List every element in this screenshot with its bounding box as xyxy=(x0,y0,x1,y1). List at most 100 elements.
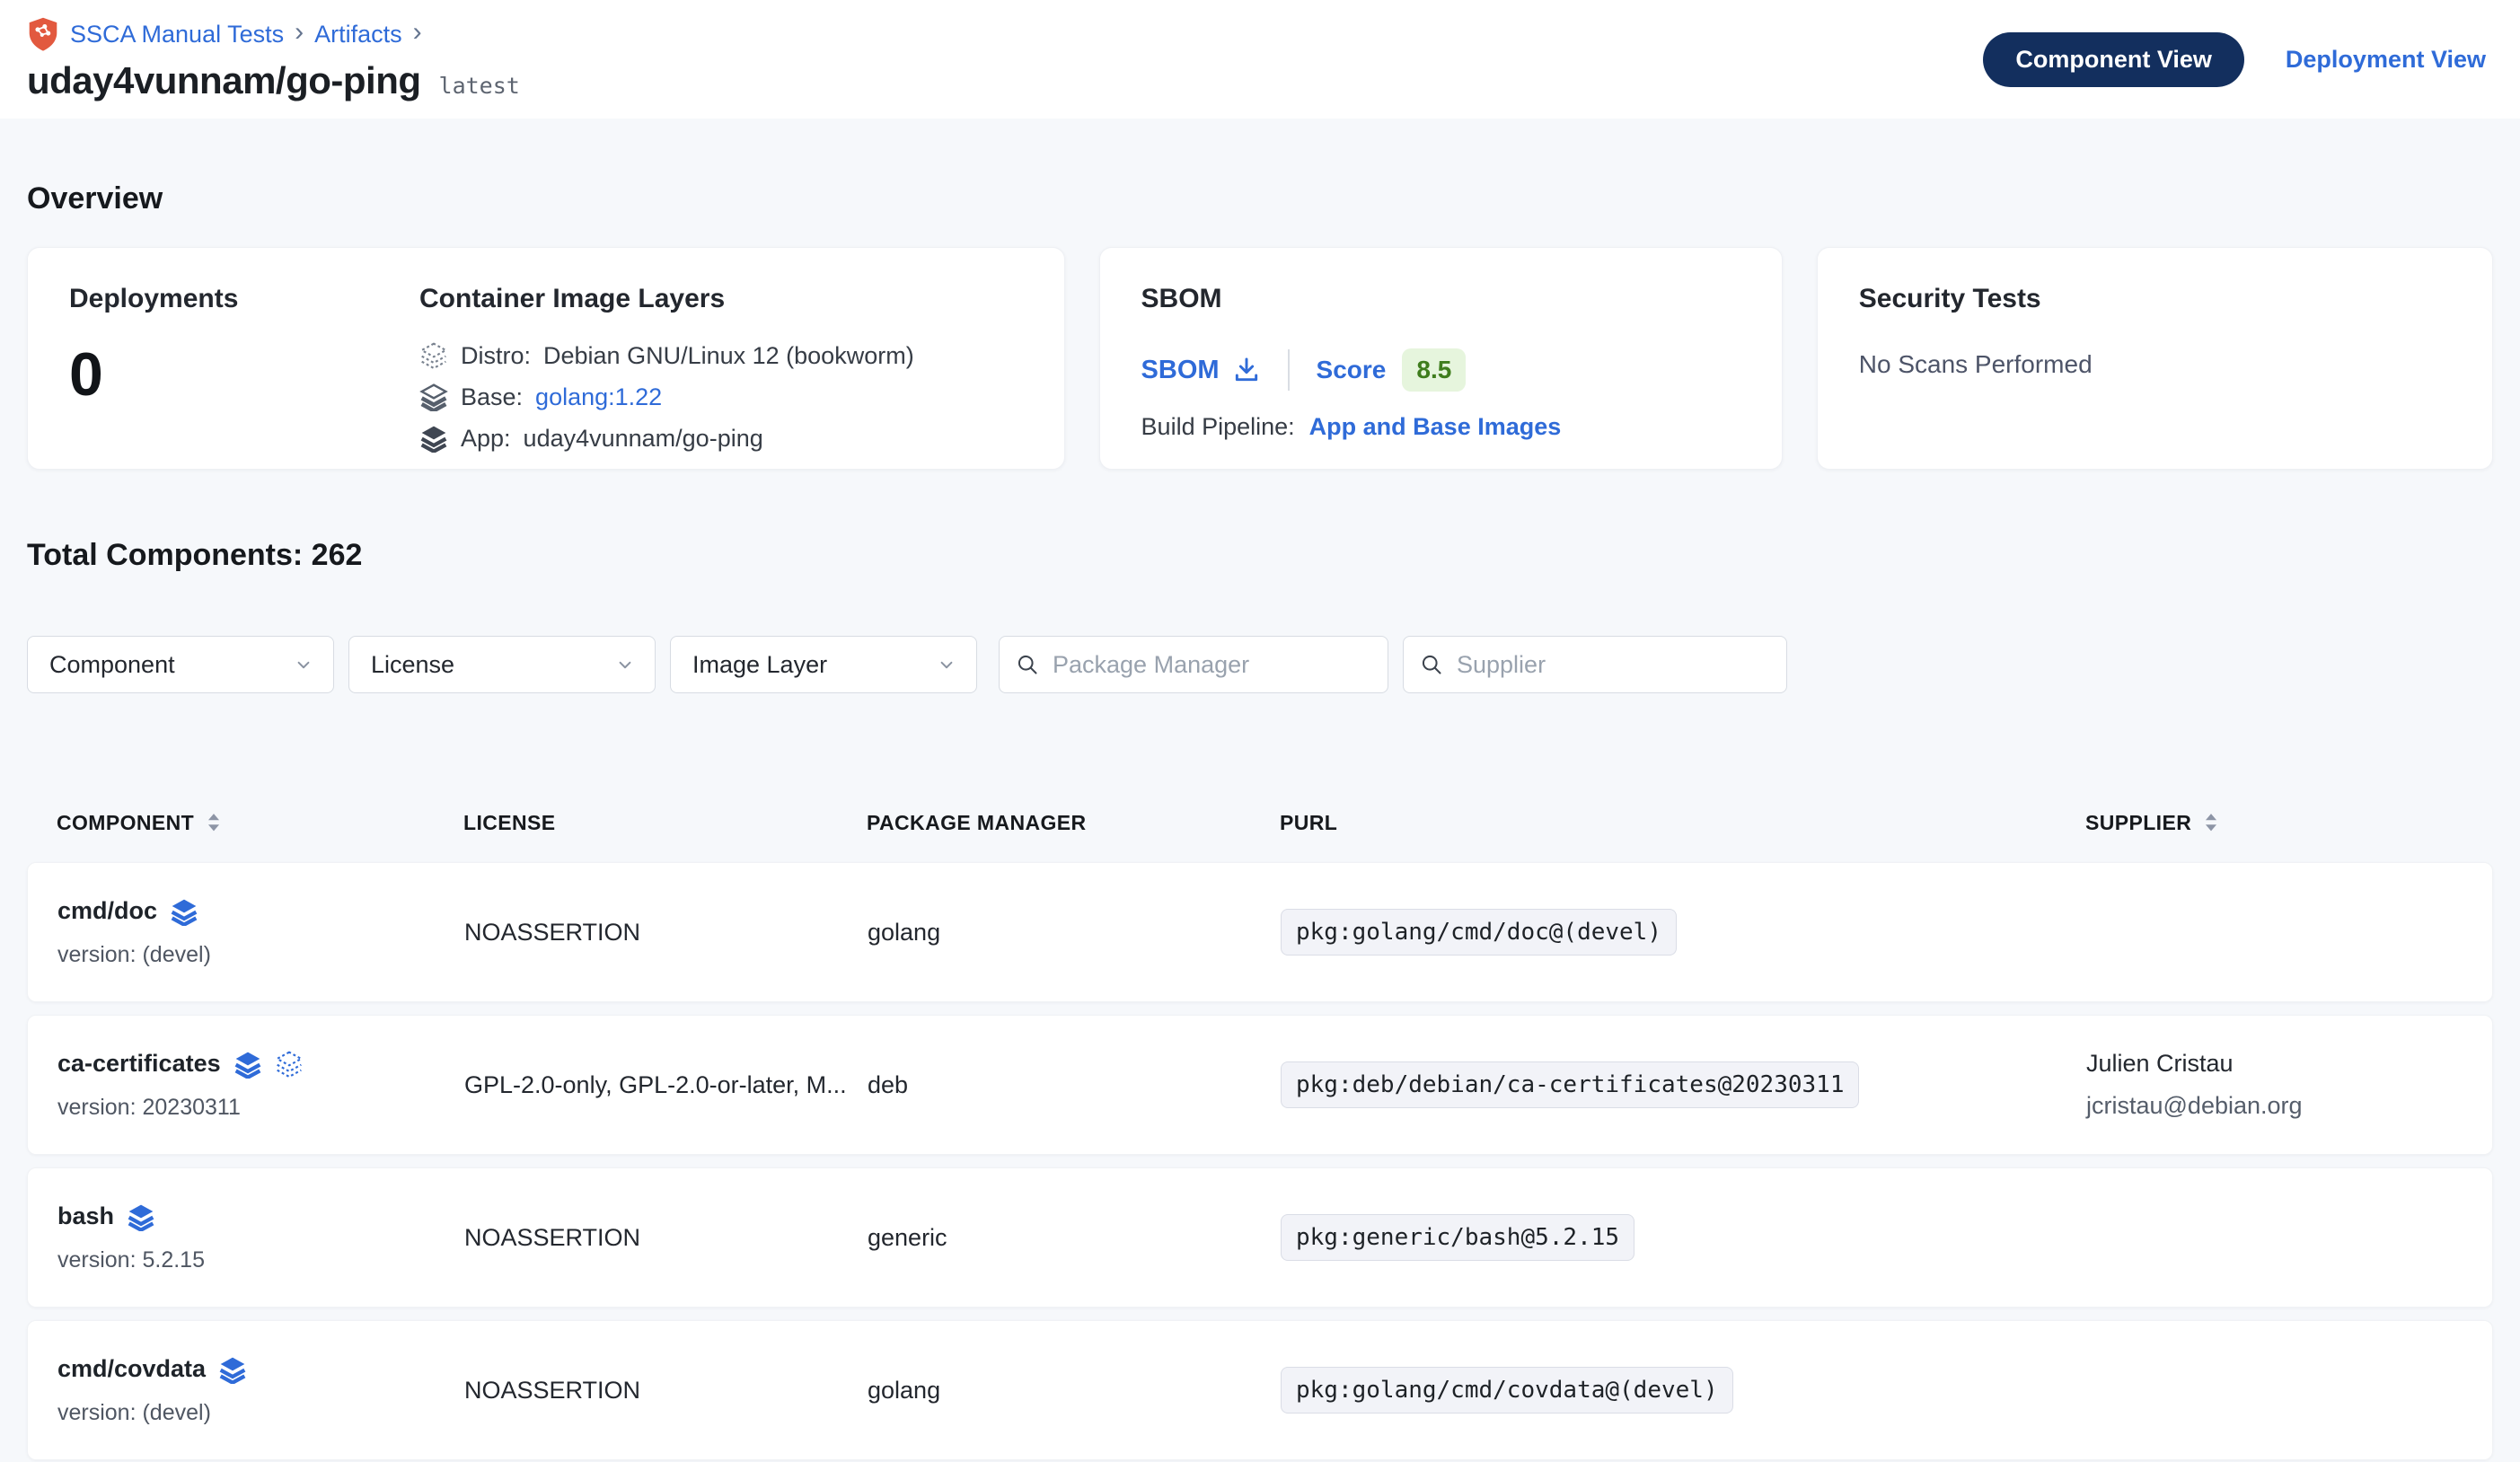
layer-label: Base: xyxy=(461,383,523,411)
sbom-score-badge: 8.5 xyxy=(1402,348,1466,392)
component-name: bash xyxy=(57,1202,114,1230)
column-label: LICENSE xyxy=(463,811,555,835)
purl-badge[interactable]: pkg:deb/debian/ca-certificates@20230311 xyxy=(1281,1061,1859,1108)
package-manager-cell: golang xyxy=(868,1377,1281,1405)
chevron-down-icon xyxy=(613,653,637,676)
page-title: uday4vunnam/go-ping xyxy=(27,59,421,102)
sbom-card: SBOM SBOM Score 8.5 Build xyxy=(1099,247,1783,470)
supplier-search-input[interactable] xyxy=(1457,651,1770,679)
components-table-header: COMPONENT LICENSE PACKAGE MANAGER PURL S… xyxy=(27,805,2493,841)
package-manager-cell: generic xyxy=(868,1224,1281,1252)
sort-icon[interactable] xyxy=(207,813,221,832)
dropdown-label: License xyxy=(371,651,454,679)
component-version: version: (devel) xyxy=(57,1400,464,1426)
sbom-score-label: Score xyxy=(1317,356,1387,384)
top-header: SSCA Manual Tests › Artifacts › uday4vun… xyxy=(0,0,2520,119)
component-filter-dropdown[interactable]: Component xyxy=(27,636,334,693)
deployments-count: 0 xyxy=(69,339,419,410)
breadcrumb-link-artifacts[interactable]: Artifacts xyxy=(314,21,402,48)
license-cell: GPL-2.0-only, GPL-2.0-or-later, M... xyxy=(464,1071,868,1099)
chevron-down-icon xyxy=(935,653,958,676)
artifact-tag: latest xyxy=(439,73,520,99)
layers-filled-icon xyxy=(218,1355,247,1384)
package-manager-search-input[interactable] xyxy=(1053,651,1371,679)
layer-base-row: Base: golang:1.22 xyxy=(419,383,1023,411)
deployments-layers-card: Deployments 0 Container Image Layers xyxy=(27,247,1065,470)
component-version: version: (devel) xyxy=(57,942,464,968)
security-tests-status: No Scans Performed xyxy=(1859,350,2451,379)
package-manager-cell: deb xyxy=(868,1071,1281,1099)
supplier-cell: Julien Cristau jcristau@debian.org xyxy=(2086,1050,2492,1120)
deployment-view-link[interactable]: Deployment View xyxy=(2286,46,2486,74)
breadcrumb-link-project[interactable]: SSCA Manual Tests xyxy=(70,21,284,48)
supplier-search xyxy=(1403,636,1787,693)
search-icon xyxy=(1420,653,1444,677)
table-row: cmd/covdata version: (devel) NOASSERTION… xyxy=(27,1320,2493,1460)
total-components-heading: Total Components: 262 xyxy=(27,538,2493,573)
download-icon[interactable] xyxy=(1232,356,1261,384)
table-row: ca-certificates version: 20230311 GPL-2.… xyxy=(27,1015,2493,1155)
deployments-title: Deployments xyxy=(69,284,419,314)
component-version: version: 20230311 xyxy=(57,1095,464,1121)
dropdown-label: Image Layer xyxy=(692,651,827,679)
build-pipeline-label: Build Pipeline: xyxy=(1141,413,1295,441)
column-label: PURL xyxy=(1280,811,1337,835)
purl-badge[interactable]: pkg:golang/cmd/covdata@(devel) xyxy=(1281,1367,1733,1414)
column-supplier[interactable]: SUPPLIER xyxy=(2085,811,2493,835)
ssca-shield-icon xyxy=(27,16,59,52)
overview-heading: Overview xyxy=(27,181,2493,216)
column-license: LICENSE xyxy=(463,811,867,835)
breadcrumb-separator: › xyxy=(413,19,422,49)
package-manager-cell: golang xyxy=(868,919,1281,947)
component-view-button[interactable]: Component View xyxy=(1983,32,2244,87)
dropdown-label: Component xyxy=(49,651,175,679)
license-cell: NOASSERTION xyxy=(464,1377,868,1405)
layers-filled-icon xyxy=(127,1202,155,1231)
column-purl: PURL xyxy=(1280,811,2085,835)
image-layer-filter-dropdown[interactable]: Image Layer xyxy=(670,636,977,693)
security-tests-title: Security Tests xyxy=(1859,284,2451,314)
column-label: COMPONENT xyxy=(57,811,194,835)
base-image-link[interactable]: golang:1.22 xyxy=(535,383,662,411)
layer-app-row: App: uday4vunnam/go-ping xyxy=(419,424,1023,453)
license-filter-dropdown[interactable]: License xyxy=(348,636,656,693)
layers-half-icon xyxy=(419,383,448,411)
overview-cards: Deployments 0 Container Image Layers xyxy=(27,247,2493,470)
container-image-layers-title: Container Image Layers xyxy=(419,284,1023,314)
license-cell: NOASSERTION xyxy=(464,1224,868,1252)
purl-badge[interactable]: pkg:generic/bash@5.2.15 xyxy=(1281,1214,1634,1261)
build-pipeline-link[interactable]: App and Base Images xyxy=(1309,413,1562,441)
column-label: SUPPLIER xyxy=(2085,811,2191,835)
layers-filled-icon xyxy=(170,897,198,926)
layer-label: App: xyxy=(461,425,511,453)
supplier-email: jcristau@debian.org xyxy=(2086,1092,2492,1120)
table-row: cmd/doc version: (devel) NOASSERTION gol… xyxy=(27,862,2493,1002)
sbom-download-label: SBOM xyxy=(1141,356,1220,385)
layers-filled-icon xyxy=(419,424,448,453)
search-icon xyxy=(1016,653,1040,677)
divider xyxy=(1288,349,1290,391)
license-cell: NOASSERTION xyxy=(464,919,868,947)
layer-distro-row: Distro: Debian GNU/Linux 12 (bookworm) xyxy=(419,341,1023,370)
sbom-title: SBOM xyxy=(1141,284,1740,314)
security-tests-card: Security Tests No Scans Performed xyxy=(1817,247,2493,470)
component-name: cmd/covdata xyxy=(57,1355,206,1383)
sbom-download-link[interactable]: SBOM xyxy=(1141,356,1261,385)
layers-outline-icon xyxy=(419,341,448,370)
package-manager-search xyxy=(999,636,1388,693)
column-label: PACKAGE MANAGER xyxy=(867,811,1087,835)
filters-row: Component License Image Layer xyxy=(27,636,2493,693)
component-name: cmd/doc xyxy=(57,897,157,925)
purl-badge[interactable]: pkg:golang/cmd/doc@(devel) xyxy=(1281,909,1677,956)
layer-value: Debian GNU/Linux 12 (bookworm) xyxy=(543,342,914,370)
component-name: ca-certificates xyxy=(57,1050,221,1078)
layers-filled-icon xyxy=(233,1050,262,1079)
chevron-down-icon xyxy=(292,653,315,676)
column-component[interactable]: COMPONENT xyxy=(57,811,463,835)
sort-icon[interactable] xyxy=(2204,813,2218,832)
layers-outline-icon xyxy=(275,1050,304,1079)
column-package-manager: PACKAGE MANAGER xyxy=(867,811,1280,835)
supplier-name: Julien Cristau xyxy=(2086,1050,2492,1078)
component-version: version: 5.2.15 xyxy=(57,1247,464,1273)
layer-label: Distro: xyxy=(461,342,531,370)
